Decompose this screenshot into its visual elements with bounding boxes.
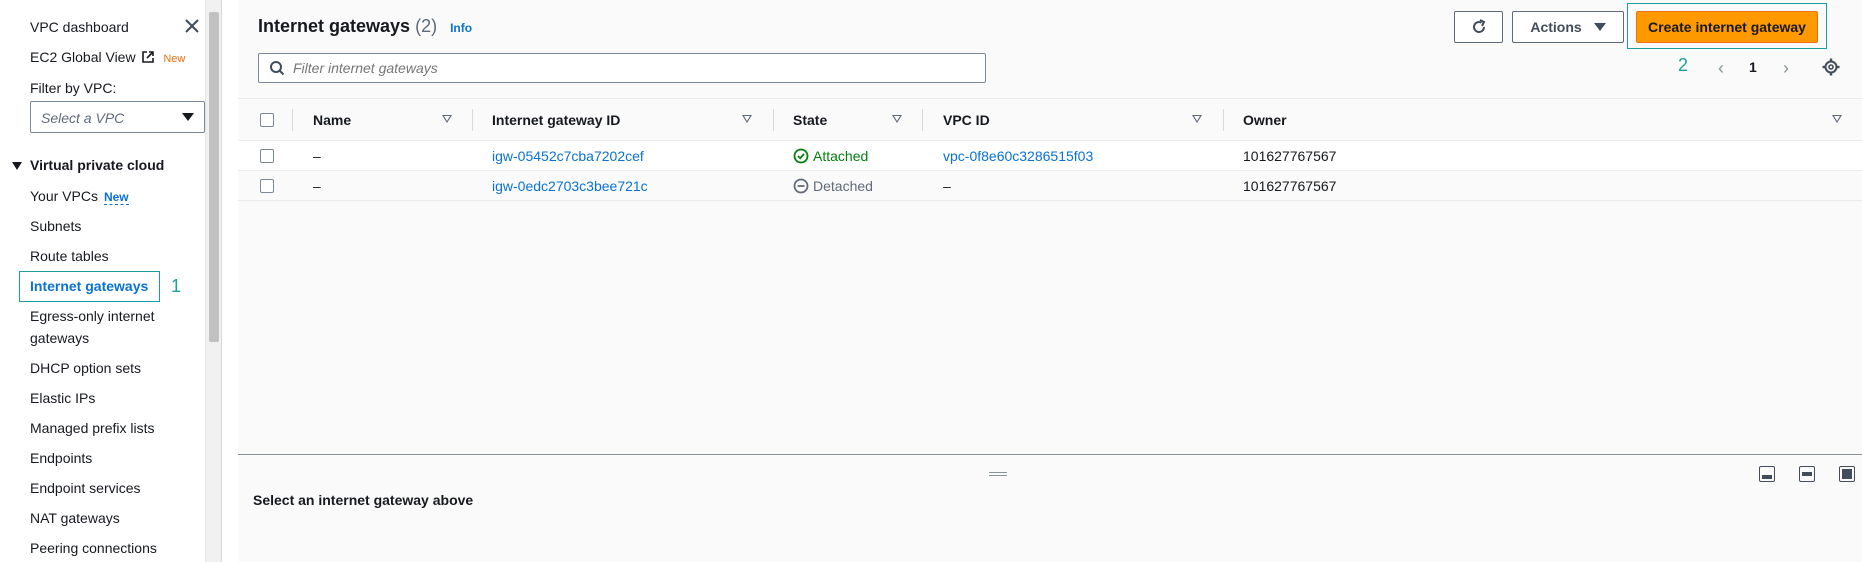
column-header-state[interactable]: State [793, 99, 827, 140]
cell-vpc-id: – [943, 177, 951, 194]
column-header-name[interactable]: Name [313, 99, 351, 140]
column-separator [292, 109, 293, 131]
split-panel-title: Select an internet gateway above [253, 492, 474, 508]
sidebar-item-peering-connections[interactable]: Peering connections [30, 540, 157, 556]
gear-icon[interactable] [1822, 58, 1840, 76]
item-count: (2) [415, 16, 438, 36]
sidebar-item-elastic-ips[interactable]: Elastic IPs [30, 390, 95, 406]
sort-icon[interactable] [1192, 115, 1202, 123]
ec2-global-view-label[interactable]: EC2 Global View [30, 49, 136, 65]
sidebar-item-your-vpcs[interactable]: Your VPCs New [30, 188, 129, 205]
table-header-row: Name Internet gateway ID State VPC ID Ow… [238, 99, 1862, 141]
column-separator [472, 109, 473, 131]
info-link[interactable]: Info [450, 21, 472, 35]
sort-icon[interactable] [742, 115, 752, 123]
caret-down-icon [182, 113, 194, 121]
page-number[interactable]: 1 [1749, 59, 1757, 75]
sidebar-item-nat-gateways[interactable]: NAT gateways [30, 510, 120, 526]
cell-name: – [313, 147, 321, 164]
sidebar-item-endpoint-services[interactable]: Endpoint services [30, 480, 141, 496]
column-separator [773, 109, 774, 131]
row-select-cell [260, 141, 274, 170]
column-header-owner[interactable]: Owner [1243, 99, 1287, 140]
vpc-filter-select[interactable]: Select a VPC [30, 101, 205, 133]
select-all-checkbox[interactable] [260, 112, 274, 127]
chevron-right-icon[interactable]: › [1783, 58, 1789, 79]
close-icon[interactable] [182, 16, 202, 36]
filter-by-vpc-label: Filter by VPC: [30, 80, 117, 96]
column-header-vpc-id[interactable]: VPC ID [943, 99, 990, 140]
search-input[interactable] [293, 58, 973, 78]
column-separator [1223, 109, 1224, 131]
step-marker-2: 2 [1678, 55, 1689, 75]
step-marker-1: 1 [171, 276, 182, 296]
sidebar-item-label: Your VPCs [30, 188, 98, 204]
sort-icon[interactable] [442, 115, 452, 123]
sidebar-item-egress-only-cont[interactable]: gateways [30, 330, 89, 346]
state-label: Attached [813, 147, 869, 164]
sidebar: VPC dashboard EC2 Global View New Filter… [0, 0, 222, 562]
sidebar-item-internet-gateways[interactable]: Internet gateways [30, 278, 148, 294]
sidebar-item-dhcp-option-sets[interactable]: DHCP option sets [30, 360, 141, 376]
table-row[interactable]: – igw-05452c7cba7202cef Attached vpc-0f8… [238, 141, 1862, 171]
select-all-cell [260, 99, 274, 140]
refresh-icon [1472, 19, 1485, 33]
sort-icon[interactable] [1832, 115, 1842, 123]
sort-icon[interactable] [892, 115, 902, 123]
cell-state: Detached [793, 171, 873, 200]
sidebar-item-egress-only[interactable]: Egress-only internet [30, 308, 155, 324]
sidebar-item-endpoints[interactable]: Endpoints [30, 450, 92, 466]
cell-owner: 101627767567 [1243, 177, 1337, 194]
minus-circle-icon [793, 178, 809, 193]
sidebar-ec2-global-view[interactable]: EC2 Global View New [30, 49, 185, 65]
cell-gateway-id[interactable]: igw-0edc2703c3bee721c [492, 171, 648, 200]
check-circle-icon [793, 148, 809, 163]
column-separator [922, 109, 923, 131]
split-panel: Select an internet gateway above [238, 454, 1862, 562]
create-internet-gateway-button[interactable]: Create internet gateway [1636, 11, 1818, 43]
search-icon [270, 61, 285, 76]
cell-name: – [313, 177, 321, 194]
row-select-cell [260, 171, 274, 200]
cell-owner: 101627767567 [1243, 147, 1337, 164]
column-header-gateway-id[interactable]: Internet gateway ID [492, 99, 620, 140]
new-badge: New [103, 190, 129, 205]
sidebar-vpc-dashboard[interactable]: VPC dashboard [30, 19, 129, 35]
caret-down-icon [12, 162, 22, 171]
row-checkbox[interactable] [260, 178, 274, 193]
cell-vpc-id[interactable]: vpc-0f8e60c3286515f03 [943, 141, 1093, 170]
section-title: Virtual private cloud [30, 157, 165, 173]
state-label: Detached [813, 177, 873, 194]
search-box[interactable] [258, 53, 986, 83]
gateways-table: Name Internet gateway ID State VPC ID Ow… [238, 98, 1862, 547]
caret-down-icon [1593, 23, 1606, 31]
resize-handle[interactable] [989, 472, 1007, 476]
main-content: Internet gateways (2) Info Actions Creat… [238, 0, 1862, 562]
panel-bottom-icon[interactable] [1759, 466, 1775, 482]
vpc-filter-placeholder: Select a VPC [41, 110, 125, 126]
sidebar-item-route-tables[interactable]: Route tables [30, 248, 109, 264]
refresh-button[interactable] [1454, 11, 1503, 43]
sidebar-scrollbar-thumb[interactable] [209, 12, 219, 342]
row-checkbox[interactable] [260, 148, 274, 163]
page-title: Internet gateways (2) Info [258, 16, 472, 37]
chevron-left-icon[interactable]: ‹ [1718, 58, 1724, 79]
actions-label: Actions [1530, 19, 1582, 35]
sidebar-item-subnets[interactable]: Subnets [30, 218, 81, 234]
cell-gateway-id[interactable]: igw-05452c7cba7202cef [492, 141, 644, 170]
sidebar-scrollbar[interactable] [205, 0, 221, 562]
section-virtual-private-cloud[interactable]: Virtual private cloud [12, 157, 164, 173]
sidebar-item-managed-prefix-lists[interactable]: Managed prefix lists [30, 420, 155, 436]
cell-state: Attached [793, 141, 868, 170]
external-link-icon [142, 51, 155, 63]
page-title-text: Internet gateways [258, 16, 411, 36]
actions-button[interactable]: Actions [1512, 11, 1624, 43]
table-row[interactable]: – igw-0edc2703c3bee721c Detached – 10162… [238, 171, 1862, 201]
new-badge: New [163, 53, 186, 65]
panel-full-icon[interactable] [1839, 466, 1855, 482]
panel-side-icon[interactable] [1799, 466, 1815, 482]
